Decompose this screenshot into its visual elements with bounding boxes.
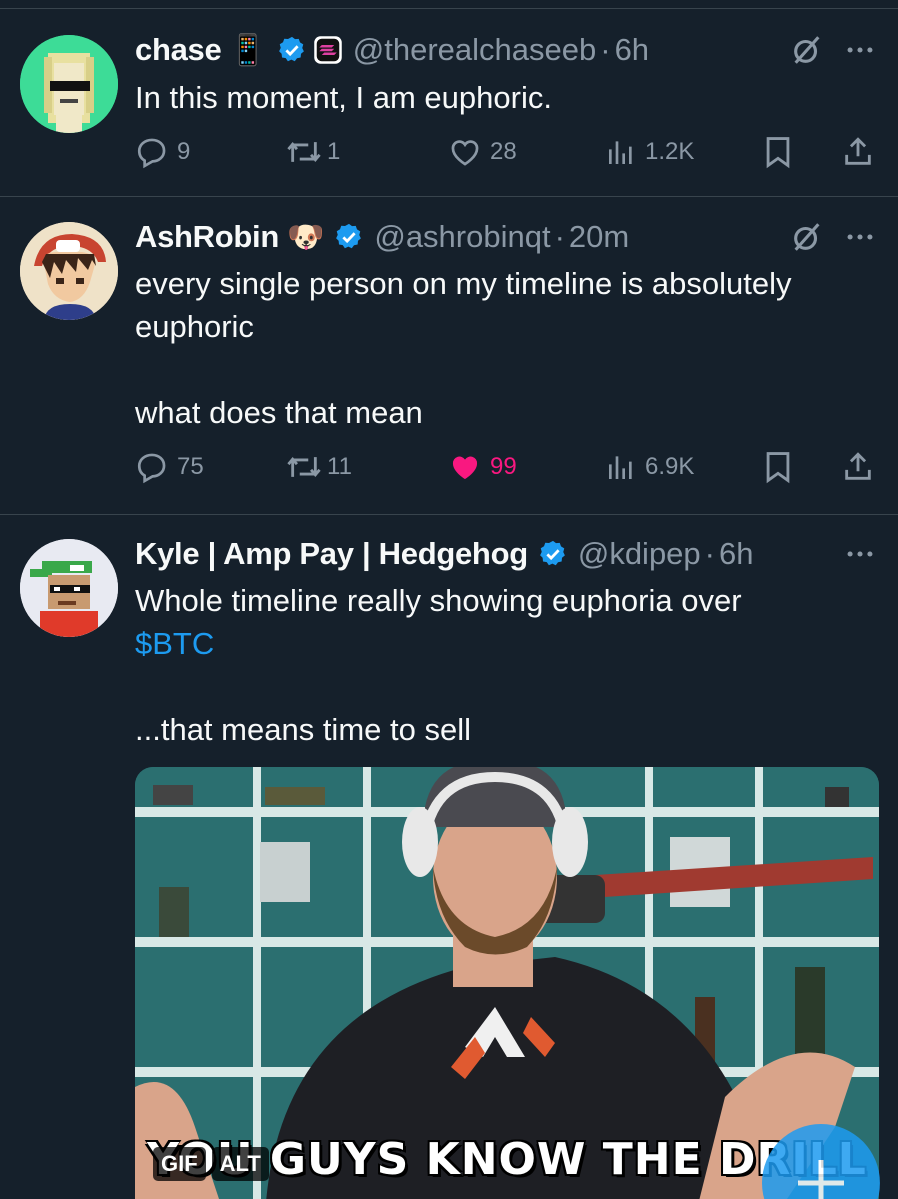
views-icon	[609, 456, 632, 479]
like-button[interactable]: 99	[448, 447, 517, 487]
more-icon	[847, 551, 873, 557]
verified-icon	[278, 36, 304, 62]
tweet-text-line: what does that mean	[135, 395, 423, 430]
grok-button[interactable]	[790, 30, 824, 70]
pixel-avatar-icon	[20, 539, 118, 637]
repost-count: 11	[327, 453, 352, 480]
like-button[interactable]: 28	[448, 132, 517, 172]
share-button[interactable]	[841, 447, 875, 487]
avatar[interactable]	[20, 35, 118, 133]
grok-button[interactable]	[790, 217, 824, 257]
views-icon	[609, 141, 632, 164]
reply-count: 75	[177, 453, 204, 480]
avatar[interactable]	[20, 539, 118, 637]
more-icon	[847, 47, 873, 53]
tweet-text-line: In this moment, I am euphoric.	[135, 80, 552, 115]
bookmark-icon	[766, 137, 790, 169]
tweet-text: Whole timeline really showing euphoria o…	[135, 579, 865, 751]
handle[interactable]: @kdipep	[578, 536, 701, 572]
repost-icon	[287, 457, 321, 477]
more-button[interactable]	[843, 534, 877, 574]
verified-icon	[539, 540, 565, 566]
avatar[interactable]	[20, 222, 118, 320]
like-icon	[451, 140, 479, 166]
separator-dot: ·	[704, 536, 715, 571]
alt-badge[interactable]: ALT	[211, 1147, 269, 1181]
timestamp[interactable]: 6h	[615, 32, 649, 68]
phone-emoji: 📱	[229, 33, 267, 67]
cashtag-link[interactable]: $BTC	[135, 626, 214, 661]
views-count: 6.9K	[645, 453, 695, 480]
tweet-header: chase 📱 @therealchaseeb · 6h	[135, 30, 649, 70]
separator-dot: ·	[600, 32, 611, 67]
reply-count: 9	[177, 138, 191, 165]
tweet-text: In this moment, I am euphoric.	[135, 76, 865, 119]
tweet-header: AshRobin 🐶 @ashrobinqt · 20m	[135, 217, 629, 257]
tweet-header: Kyle | Amp Pay | Hedgehog @kdipep · 6h	[135, 534, 753, 574]
grok-icon	[794, 223, 820, 251]
like-count: 99	[490, 453, 517, 480]
dog-emoji: 🐶	[286, 220, 325, 254]
media-badges: GIF ALT	[153, 1147, 275, 1181]
like-count: 28	[490, 138, 517, 165]
tweet-divider	[0, 196, 898, 197]
reply-icon	[137, 453, 166, 484]
pixel-avatar-icon	[20, 35, 118, 133]
display-name[interactable]: Kyle | Amp Pay | Hedgehog	[135, 536, 528, 572]
tweet-text-blank-line	[135, 348, 865, 391]
reply-icon	[137, 138, 166, 169]
handle[interactable]: @ashrobinqt	[374, 219, 550, 255]
share-icon	[845, 137, 871, 165]
bookmark-icon	[766, 452, 790, 484]
more-button[interactable]	[843, 30, 877, 70]
like-filled-icon	[452, 456, 478, 480]
top-divider	[0, 8, 898, 9]
repost-button[interactable]: 11	[285, 447, 352, 487]
anime-avatar-icon	[20, 222, 118, 320]
tweet-text-line: euphoric	[135, 309, 254, 344]
gif-badge[interactable]: GIF	[153, 1147, 206, 1181]
compose-fab-button[interactable]	[762, 1124, 880, 1199]
tweet-text-line: ...that means time to sell	[135, 712, 471, 747]
display-name[interactable]: chase	[135, 32, 222, 68]
views-button[interactable]: 1.2K	[605, 132, 694, 172]
bookmark-button[interactable]	[763, 447, 793, 487]
separator-dot: ·	[554, 219, 565, 254]
share-button[interactable]	[841, 132, 875, 172]
solana-badge-icon	[314, 36, 342, 64]
more-button[interactable]	[843, 217, 877, 257]
timestamp[interactable]: 20m	[569, 219, 629, 255]
tweet-divider	[0, 514, 898, 515]
grok-icon	[794, 36, 820, 64]
tweet-text-line: every single person on my timeline is ab…	[135, 266, 792, 301]
repost-count: 1	[327, 138, 341, 165]
share-icon	[845, 452, 871, 480]
views-count: 1.2K	[645, 138, 695, 165]
repost-button[interactable]: 1	[285, 132, 340, 172]
bookmark-button[interactable]	[763, 132, 793, 172]
verified-icon	[336, 223, 362, 249]
tweet-text: every single person on my timeline is ab…	[135, 262, 865, 434]
repost-icon	[287, 142, 321, 162]
plus-icon	[798, 1160, 844, 1199]
display-name[interactable]: AshRobin	[135, 219, 279, 255]
reply-button[interactable]: 9	[135, 132, 190, 172]
reply-button[interactable]: 75	[135, 447, 204, 487]
tweet-text-line: Whole timeline really showing euphoria o…	[135, 583, 742, 618]
more-icon	[847, 234, 873, 240]
handle[interactable]: @therealchaseeb	[353, 32, 596, 68]
timestamp[interactable]: 6h	[719, 536, 753, 572]
views-button[interactable]: 6.9K	[605, 447, 694, 487]
